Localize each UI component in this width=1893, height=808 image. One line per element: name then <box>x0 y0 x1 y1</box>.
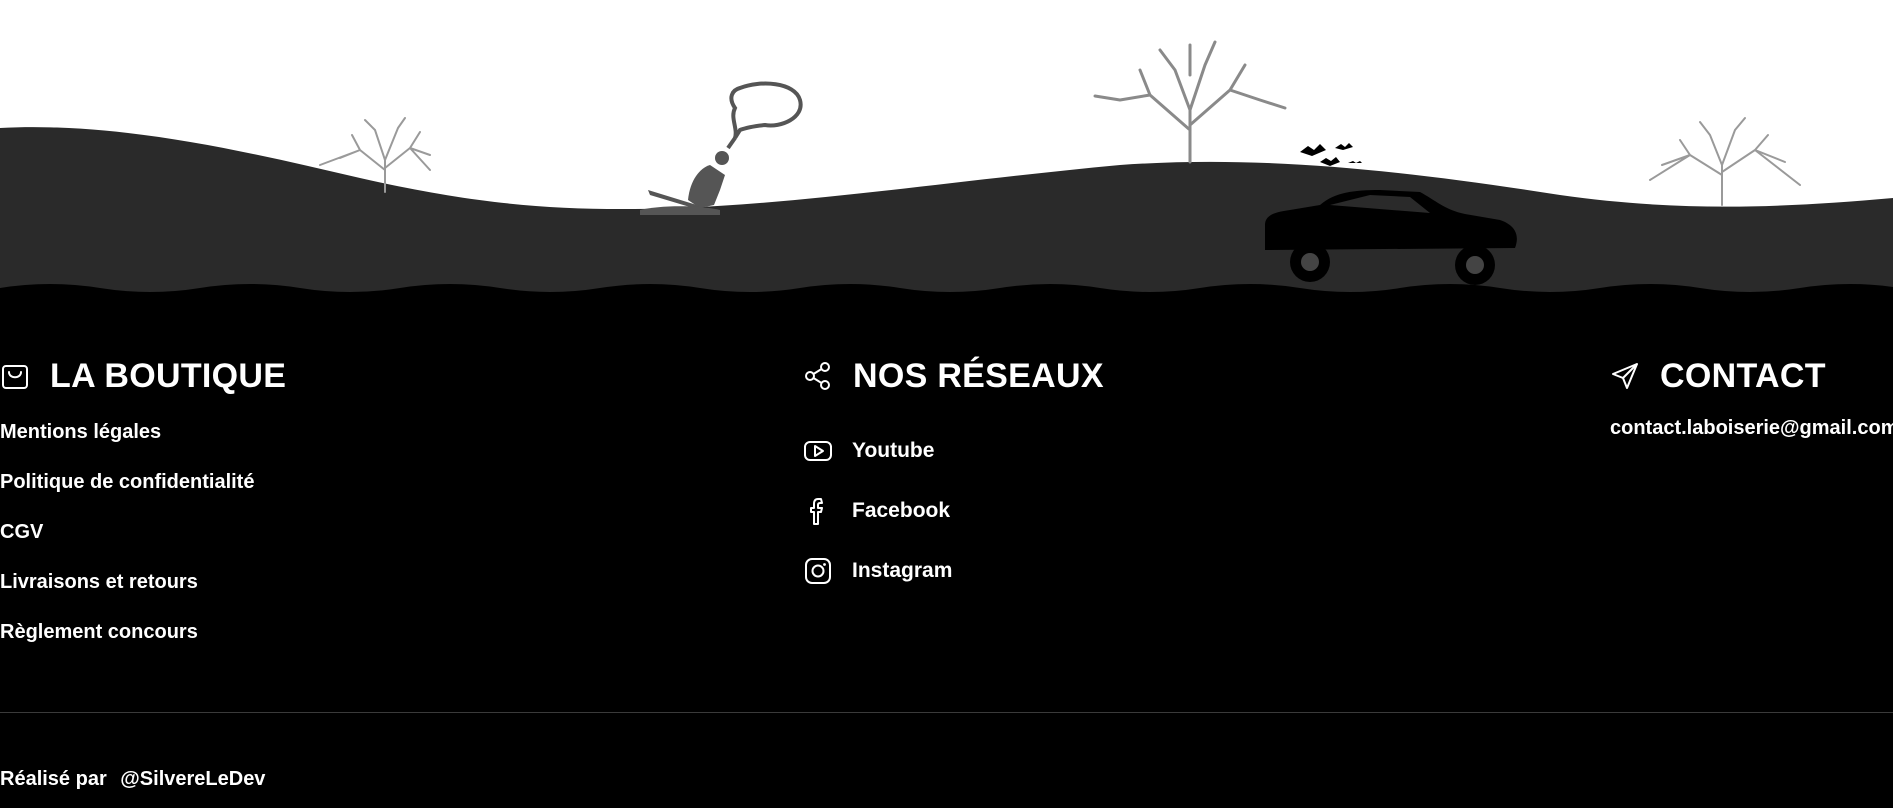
contact-section: CONTACT contact.laboiserie@gmail.com <box>1610 355 1893 440</box>
send-icon <box>1612 363 1638 389</box>
link-livraisons-retours[interactable]: Livraisons et retours <box>0 567 286 617</box>
boutique-links: Mentions légales Politique de confidenti… <box>0 417 286 667</box>
credit-line: Réalisé par @SilvereLeDev <box>0 768 265 791</box>
contact-title: CONTACT <box>1660 356 1826 395</box>
link-mentions-legales[interactable]: Mentions légales <box>0 417 286 467</box>
boutique-header: LA BOUTIQUE <box>0 355 286 397</box>
contact-email-link[interactable]: contact.laboiserie@gmail.com <box>1610 417 1893 440</box>
social-facebook[interactable]: Facebook <box>803 481 1104 541</box>
social-youtube-label: Youtube <box>852 439 935 462</box>
reseaux-header: NOS RÉSEAUX <box>803 355 1104 397</box>
credit-handle-link[interactable]: @SilvereLeDev <box>120 768 265 790</box>
share-icon <box>805 362 830 390</box>
instagram-icon <box>805 558 831 584</box>
footer-page: LA BOUTIQUE Mentions légales Politique d… <box>0 0 1893 808</box>
footer-divider <box>0 712 1893 713</box>
facebook-icon <box>810 498 823 525</box>
landscape-illustration <box>0 0 1893 300</box>
boutique-section: LA BOUTIQUE Mentions légales Politique d… <box>0 355 286 667</box>
link-cgv[interactable]: CGV <box>0 517 286 567</box>
shopping-bag-icon <box>2 365 28 389</box>
social-instagram-label: Instagram <box>852 559 953 582</box>
credit-prefix: Réalisé par <box>0 768 107 790</box>
link-reglement-concours[interactable]: Règlement concours <box>0 617 286 667</box>
social-facebook-label: Facebook <box>852 499 951 522</box>
youtube-icon <box>804 441 832 461</box>
reseaux-section: NOS RÉSEAUX Youtube Facebook Instagram <box>803 355 1104 601</box>
social-instagram[interactable]: Instagram <box>803 541 1104 601</box>
social-links: Youtube Facebook Instagram <box>803 421 1104 601</box>
boutique-title: LA BOUTIQUE <box>50 356 287 395</box>
contact-header: CONTACT <box>1610 355 1893 397</box>
social-youtube[interactable]: Youtube <box>803 421 1104 481</box>
reseaux-title: NOS RÉSEAUX <box>853 356 1104 395</box>
link-politique-confidentialite[interactable]: Politique de confidentialité <box>0 467 286 517</box>
